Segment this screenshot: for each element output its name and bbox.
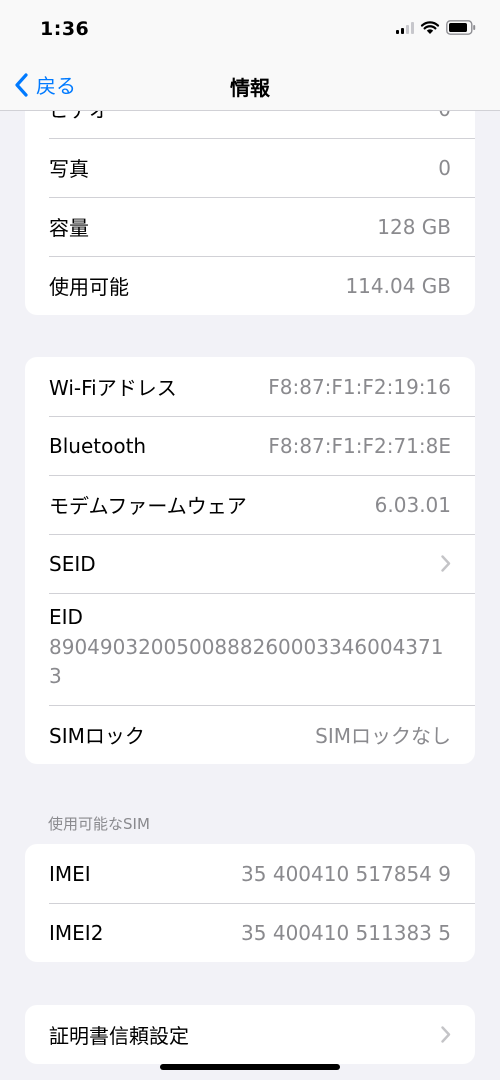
chevron-right-icon [441,1026,451,1043]
home-indicator[interactable] [160,1064,340,1070]
row-bluetooth[interactable]: Bluetooth F8:87:F1:F2:71:8E [25,416,475,475]
row-wifi-address[interactable]: Wi-Fiアドレス F8:87:F1:F2:19:16 [25,357,475,416]
row-label: 容量 [49,216,89,240]
row-label: ビデオ [49,111,438,123]
row-label: SEID [49,551,96,576]
row-value: SIMロックなし [315,724,451,748]
row-value: 114.04 GB [345,273,451,298]
row-available: 使用可能 114.04 GB [25,256,475,315]
row-sim-lock: SIMロック SIMロックなし [25,705,475,764]
row-modem-firmware[interactable]: モデムファームウェア 6.03.01 [25,475,475,534]
row-photos: 写真 0 [25,138,475,197]
page-title: 情報 [230,76,270,100]
navigation-bar: 戻る 情報 [0,60,500,111]
network-group: Wi-Fiアドレス F8:87:F1:F2:19:16 Bluetooth F8… [25,357,475,764]
row-label: 使用可能 [49,275,129,299]
row-certificate-trust-settings[interactable]: 証明書信頼設定 [25,1005,475,1064]
row-label: EID [49,605,83,629]
row-imei2[interactable]: IMEI2 35 400410 511383 5 [25,903,475,962]
settings-content[interactable]: ビデオ 0 写真 0 容量 128 GB 使用可能 114.04 GB Wi-F… [0,111,500,1080]
certificate-group: 証明書信頼設定 [25,1005,475,1064]
section-header-available-sim: 使用可能なSIM [48,815,150,833]
sim-group: IMEI 35 400410 517854 9 IMEI2 35 400410 … [25,844,475,962]
row-value: 0 [438,111,451,121]
storage-group: ビデオ 0 写真 0 容量 128 GB 使用可能 114.04 GB [25,111,475,315]
row-label: IMEI2 [49,920,104,945]
row-label: 証明書信頼設定 [49,1024,189,1048]
row-value: 89049032005008882600033460043713 [49,635,444,688]
row-label: Bluetooth [49,433,147,458]
row-videos: ビデオ 0 [25,111,475,138]
chevron-right-icon [441,555,451,572]
row-label: SIMロック [49,724,145,748]
row-capacity: 容量 128 GB [25,197,475,256]
row-eid[interactable]: EID 89049032005008882600033460043713 [25,593,475,705]
row-value: 35 400410 511383 5 [241,920,451,945]
battery-icon [446,20,476,35]
row-label: IMEI [49,861,91,886]
status-bar: 1:36 [0,0,500,60]
row-label: 写真 [49,157,89,181]
row-value: 6.03.01 [374,492,451,517]
row-seid[interactable]: SEID [25,534,475,593]
row-value: 0 [438,155,451,180]
signal-icon [396,21,414,34]
row-value: F8:87:F1:F2:71:8E [268,433,451,458]
row-value: F8:87:F1:F2:19:16 [268,374,451,399]
wifi-icon [420,20,440,35]
row-value: 35 400410 517854 9 [241,861,451,886]
status-icons [396,20,476,35]
row-value: 128 GB [377,214,451,239]
status-time: 1:36 [40,18,90,40]
row-label: Wi-Fiアドレス [49,376,177,400]
row-imei[interactable]: IMEI 35 400410 517854 9 [25,844,475,903]
row-label: モデムファームウェア [49,494,247,518]
